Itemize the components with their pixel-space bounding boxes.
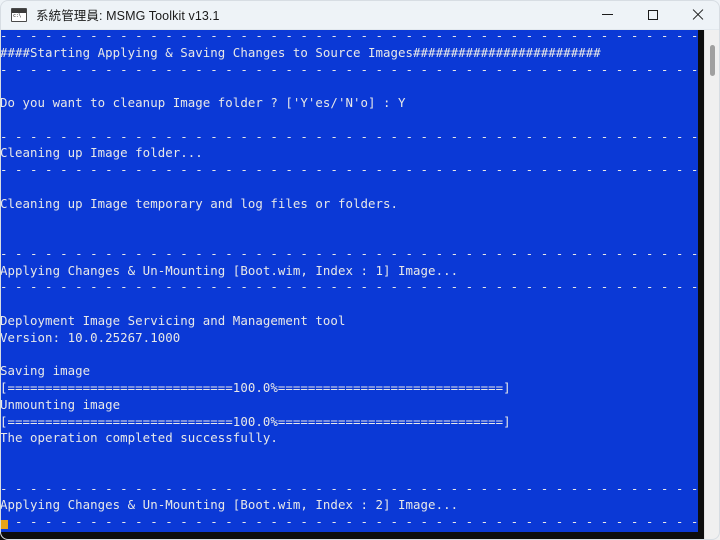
vertical-scrollbar[interactable] xyxy=(704,30,720,540)
maximize-button[interactable] xyxy=(630,0,675,30)
console-client-area: - - - - - - - - - - - - - - - - - - - - … xyxy=(0,30,720,540)
close-icon xyxy=(692,9,704,21)
close-button[interactable] xyxy=(675,0,720,30)
maximize-icon xyxy=(647,9,658,20)
text-cursor xyxy=(1,520,8,529)
console-window: 系統管理員: MSMG Toolkit v13.1 - - - - - - - … xyxy=(0,0,720,540)
window-controls xyxy=(585,0,720,30)
window-title: 系統管理員: MSMG Toolkit v13.1 xyxy=(36,9,220,23)
console-output[interactable]: - - - - - - - - - - - - - - - - - - - - … xyxy=(0,30,698,532)
console-text: - - - - - - - - - - - - - - - - - - - - … xyxy=(0,30,698,530)
minimize-button[interactable] xyxy=(585,0,630,30)
console-icon xyxy=(11,7,27,22)
minimize-icon xyxy=(602,14,613,15)
scrollbar-thumb[interactable] xyxy=(710,45,715,76)
title-bar: 系統管理員: MSMG Toolkit v13.1 xyxy=(0,0,720,30)
